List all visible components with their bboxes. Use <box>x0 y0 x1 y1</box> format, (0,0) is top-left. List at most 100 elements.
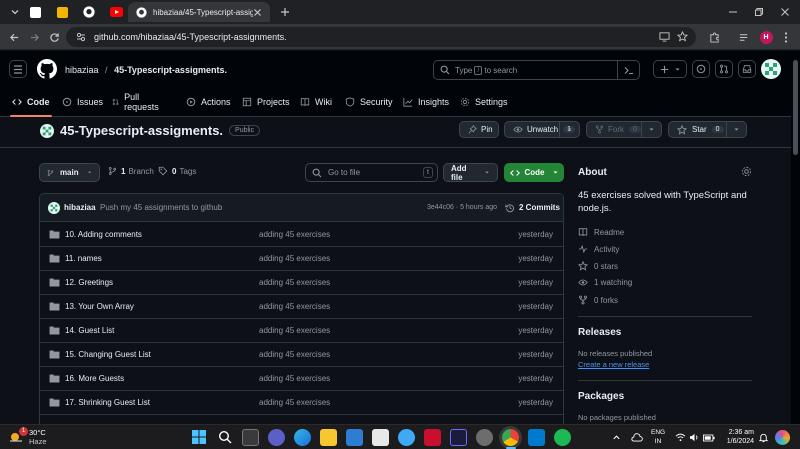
app-icon[interactable] <box>346 429 363 446</box>
file-commit-message[interactable]: adding 45 exercises <box>259 350 330 359</box>
file-row[interactable]: 14. Guest List adding 45 exercises yesterd… <box>40 319 563 343</box>
go-to-file-input[interactable]: Go to file t <box>305 163 438 182</box>
spotify-icon[interactable] <box>554 429 571 446</box>
file-commit-message[interactable]: adding 45 exercises <box>259 398 330 407</box>
file-row[interactable]: 10. Adding comments adding 45 exercises ye… <box>40 223 563 247</box>
github-logo[interactable] <box>37 59 57 79</box>
battery-icon[interactable] <box>703 434 715 442</box>
weather-widget[interactable]: 1 30°C Haze <box>8 427 47 446</box>
tab-pinned-2[interactable] <box>49 2 75 22</box>
file-name[interactable]: 15. Changing Guest List <box>65 350 151 359</box>
file-row[interactable]: 17. Shrinking Guest List adding 45 exerci… <box>40 391 563 415</box>
file-commit-message[interactable]: adding 45 exercises <box>259 230 330 239</box>
tab-actions[interactable]: Actions <box>186 87 231 117</box>
file-row[interactable]: 12. Greetings adding 45 exercises yesterda… <box>40 271 563 295</box>
browser-menu-button[interactable] <box>778 29 794 45</box>
clock[interactable]: 2:36 am 1/6/2024 <box>722 428 754 446</box>
app-icon[interactable] <box>450 429 467 446</box>
file-row[interactable]: 11. names adding 45 exercises yesterday <box>40 247 563 271</box>
unwatch-dropdown[interactable] <box>559 122 579 137</box>
file-commit-message[interactable]: adding 45 exercises <box>259 374 330 383</box>
tab-projects[interactable]: Projects <box>242 87 290 117</box>
owner-avatar[interactable] <box>40 123 54 138</box>
commits-link[interactable]: 2 Commits <box>505 203 560 213</box>
file-row[interactable]: 16. More Guests adding 45 exercises yester… <box>40 367 563 391</box>
commit-hash-time[interactable]: 3e44c06 · 5 hours ago <box>427 204 497 211</box>
pull-requests-button[interactable] <box>715 60 733 78</box>
unwatch-button[interactable]: Unwatch 1 <box>504 121 580 138</box>
create-new-button[interactable] <box>653 60 687 78</box>
extensions-button[interactable] <box>706 29 722 45</box>
close-icon[interactable] <box>253 8 262 17</box>
file-name[interactable]: 17. Shrinking Guest List <box>65 398 150 407</box>
issues-button[interactable] <box>692 60 710 78</box>
tab-active-github[interactable]: hibaziaa/45-Typescript-assigm <box>128 2 270 22</box>
search-input[interactable]: Type / to search <box>433 60 640 80</box>
forward-button[interactable] <box>26 29 42 45</box>
cast-icon[interactable] <box>659 31 670 42</box>
watching-link[interactable]: 1 watching <box>578 278 632 287</box>
bookmark-star-icon[interactable] <box>677 31 688 42</box>
file-name[interactable]: 12. Greetings <box>65 278 113 287</box>
star-dropdown[interactable] <box>726 122 746 137</box>
file-name[interactable]: 13. Your Own Array <box>65 302 134 311</box>
file-commit-message[interactable]: adding 45 exercises <box>259 254 330 263</box>
vscode-icon[interactable] <box>528 429 545 446</box>
file-name[interactable]: 11. names <box>65 254 102 263</box>
user-avatar[interactable] <box>761 59 781 79</box>
file-commit-message[interactable]: adding 45 exercises <box>259 302 330 311</box>
task-view-icon[interactable] <box>242 429 259 446</box>
add-file-button[interactable]: Add file <box>443 163 498 182</box>
restore-button[interactable] <box>746 4 772 20</box>
site-settings-icon[interactable] <box>76 32 86 42</box>
tab-pull-requests[interactable]: Pull requests <box>112 87 162 117</box>
reading-list-button[interactable] <box>736 29 752 45</box>
language-indicator[interactable]: ENG IN <box>651 428 665 446</box>
tab-issues[interactable]: Issues <box>62 87 103 117</box>
microsoft-store-icon[interactable] <box>372 429 389 446</box>
app-icon[interactable] <box>398 429 415 446</box>
code-button[interactable]: Code <box>504 163 564 182</box>
packages-heading[interactable]: Packages <box>578 391 624 402</box>
stars-link[interactable]: 0 stars <box>578 261 618 271</box>
repo-name[interactable]: 45-Typescript-assigments. <box>60 123 223 138</box>
pin-button[interactable]: Pin <box>459 121 499 138</box>
file-explorer-icon[interactable] <box>320 429 337 446</box>
file-row[interactable]: 13. Your Own Array adding 45 exercises yes… <box>40 295 563 319</box>
fork-button[interactable]: Fork 0 <box>586 121 662 138</box>
tab-settings[interactable]: Settings <box>460 87 508 117</box>
star-button[interactable]: Star 0 <box>668 121 747 138</box>
notifications-button[interactable] <box>738 60 756 78</box>
commit-author[interactable]: hibaziaa <box>64 203 96 212</box>
back-button[interactable] <box>6 29 22 45</box>
file-row[interactable]: 15. Changing Guest List adding 45 exercis… <box>40 343 563 367</box>
tab-pinned-4[interactable] <box>103 2 129 22</box>
settings-gear-icon[interactable] <box>476 429 493 446</box>
windows-start-icon[interactable] <box>192 430 206 444</box>
wifi-icon[interactable] <box>675 433 686 442</box>
tab-insights[interactable]: Insights <box>403 87 449 117</box>
tags-link[interactable]: 0 Tags <box>158 166 196 176</box>
tab-pinned-1[interactable] <box>22 2 48 22</box>
edge-icon[interactable] <box>294 429 311 446</box>
new-tab-button[interactable] <box>272 2 298 22</box>
notification-bell-icon[interactable] <box>758 432 769 443</box>
readme-link[interactable]: Readme <box>578 227 624 237</box>
cloud-icon[interactable] <box>630 433 643 442</box>
create-release-link[interactable]: Create a new release <box>578 360 649 369</box>
breadcrumb-repo[interactable]: 45-Typescript-assigments. <box>114 65 227 75</box>
volume-icon[interactable] <box>689 433 700 442</box>
chrome-icon[interactable] <box>502 429 519 446</box>
url-input[interactable]: github.com/hibaziaa/45-Typescript-assign… <box>66 27 696 47</box>
chevron-up-icon[interactable] <box>612 433 621 442</box>
file-commit-message[interactable]: adding 45 exercises <box>259 278 330 287</box>
close-window-button[interactable] <box>772 4 798 20</box>
hamburger-button[interactable] <box>9 60 27 78</box>
file-name[interactable]: 10. Adding comments <box>65 230 142 239</box>
search-icon[interactable] <box>218 430 232 444</box>
file-name[interactable]: 14. Guest List <box>65 326 114 335</box>
tab-code[interactable]: Code <box>10 87 51 117</box>
file-commit-message[interactable]: adding 45 exercises <box>259 326 330 335</box>
branches-link[interactable]: 1 Branch <box>108 166 154 176</box>
activity-link[interactable]: Activity <box>578 244 619 254</box>
